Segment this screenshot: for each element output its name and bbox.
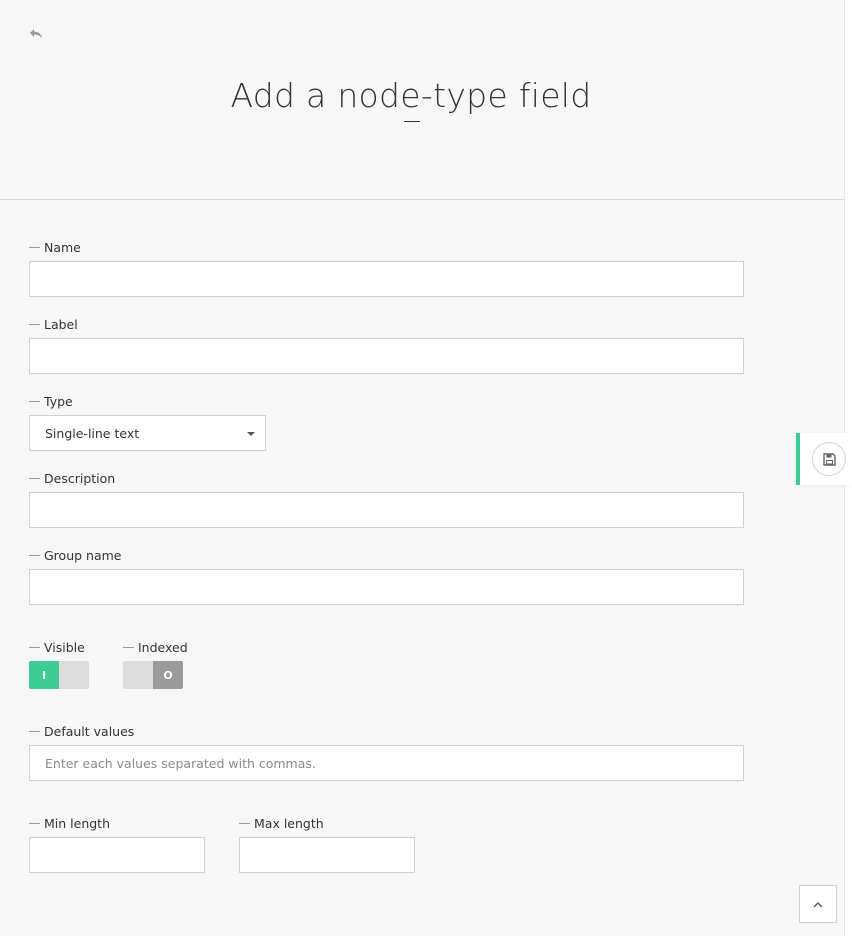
label-input[interactable] (29, 338, 744, 374)
page: Add a node-type field Name Label Type Si… (0, 0, 844, 936)
caret-down-icon (247, 432, 255, 436)
type-select-value: Single-line text (45, 425, 140, 441)
label-dash (29, 731, 40, 732)
label-dash (239, 823, 250, 824)
description-input[interactable] (29, 492, 744, 528)
indexed-label-text: Indexed (138, 640, 188, 655)
visible-toggle[interactable]: I (29, 661, 89, 689)
undo-arrow-icon (30, 29, 42, 39)
max-length-field-label: Max length (239, 816, 324, 831)
floppy-disk-icon (822, 452, 836, 466)
type-label-text: Type (44, 394, 73, 409)
indexed-toggle-off-segment: O (153, 661, 183, 689)
save-panel (796, 433, 852, 485)
min-length-input[interactable] (29, 837, 205, 873)
scroll-top-button[interactable] (799, 885, 837, 923)
type-select[interactable]: Single-line text (29, 415, 266, 451)
description-label-text: Description (44, 471, 116, 486)
save-button[interactable] (812, 442, 846, 476)
group-name-input[interactable] (29, 569, 744, 605)
title-underline (404, 121, 420, 122)
label-dash (29, 401, 40, 402)
name-input[interactable] (29, 261, 744, 297)
label-dash (29, 324, 40, 325)
max-length-label-text: Max length (254, 816, 324, 831)
default-values-label-text: Default values (44, 724, 135, 739)
label-dash (29, 478, 40, 479)
label-dash (29, 823, 40, 824)
label-label-text: Label (44, 317, 78, 332)
indexed-toggle[interactable]: O (123, 661, 183, 689)
chevron-up-icon (813, 901, 823, 907)
group-name-field-label: Group name (29, 548, 121, 563)
max-length-input[interactable] (239, 837, 415, 873)
visible-label-text: Visible (44, 640, 85, 655)
indexed-field-label: Indexed (123, 640, 188, 655)
min-length-field-label: Min length (29, 816, 110, 831)
min-length-label-text: Min length (44, 816, 110, 831)
visible-toggle-on-segment: I (29, 661, 59, 689)
type-field-label: Type (29, 394, 73, 409)
page-header: Add a node-type field (0, 0, 844, 200)
visible-toggle-off-segment (59, 661, 89, 689)
default-values-field-label: Default values (29, 724, 134, 739)
label-field-label: Label (29, 317, 78, 332)
indexed-toggle-on-segment (123, 661, 153, 689)
page-title: Add a node-type field (230, 76, 592, 115)
description-field-label: Description (29, 471, 115, 486)
name-label-text: Name (44, 240, 81, 255)
default-values-input[interactable] (29, 745, 744, 781)
label-dash (29, 647, 40, 648)
back-button[interactable] (28, 26, 48, 46)
label-dash (123, 647, 134, 648)
visible-field-label: Visible (29, 640, 85, 655)
group-name-label-text: Group name (44, 548, 122, 563)
label-dash (29, 555, 40, 556)
label-dash (29, 247, 40, 248)
name-field-label: Name (29, 240, 81, 255)
